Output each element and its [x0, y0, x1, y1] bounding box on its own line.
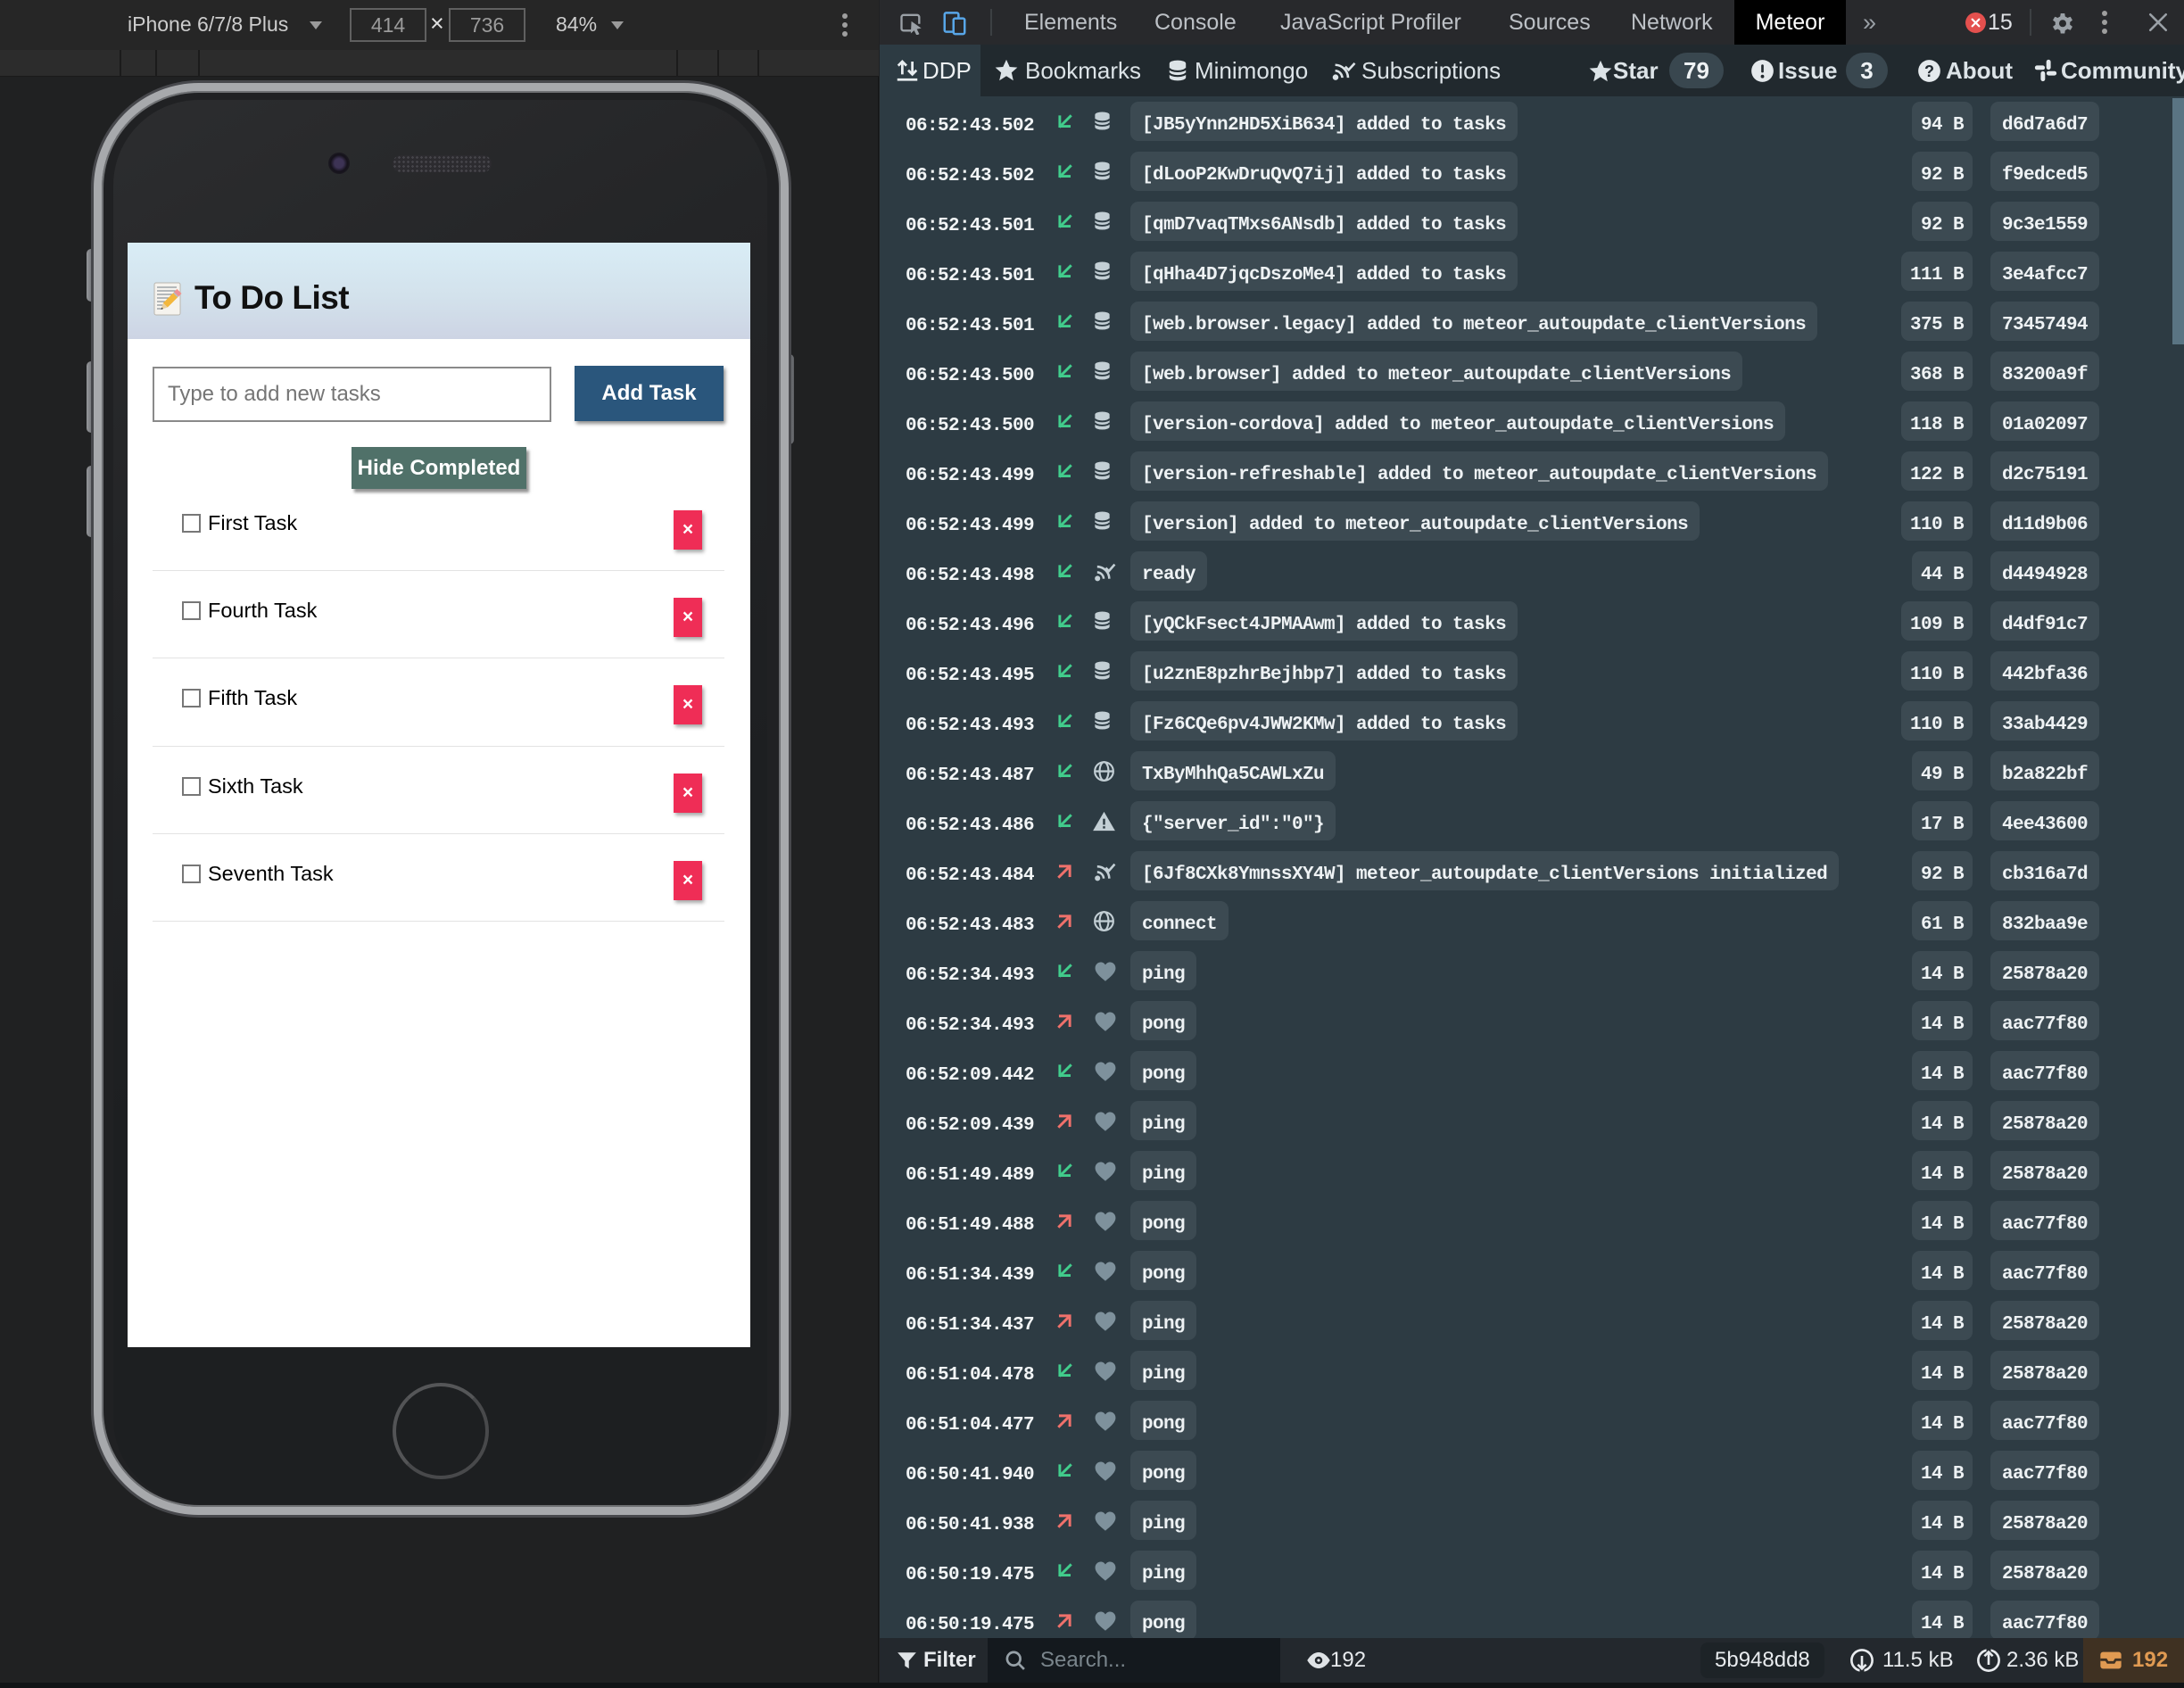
- svg-text:?: ?: [1924, 62, 1934, 80]
